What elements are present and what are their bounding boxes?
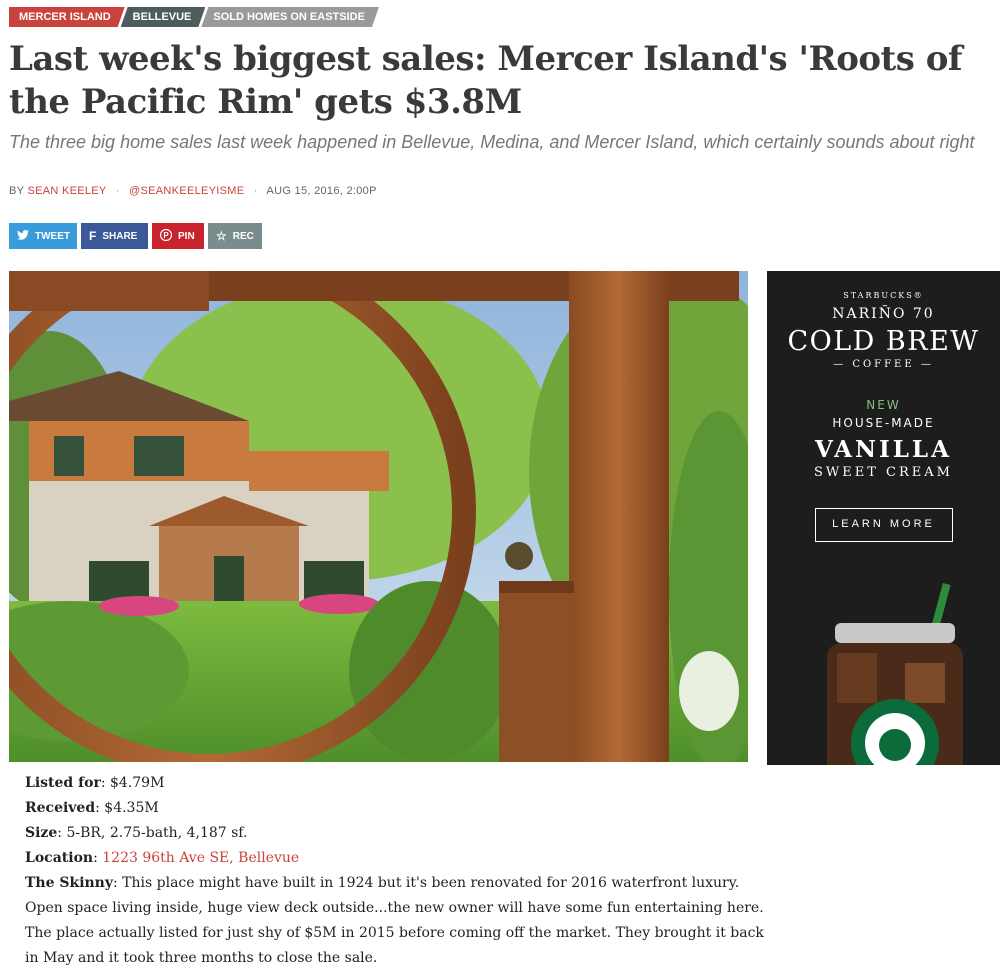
location-row: Location: 1223 96th Ave SE, Bellevue	[25, 850, 300, 866]
publish-date: AUG 15, 2016, 2:00P	[266, 185, 377, 197]
starbucks-ad[interactable]: STARBUCKS® NARIÑO 70 COLD BREW — COFFEE …	[767, 271, 1000, 765]
share-label: SHARE	[102, 230, 138, 242]
ad-learn-more-button[interactable]: LEARN MORE	[814, 508, 953, 542]
share-bar: TWEET f SHARE p PIN ☆ REC	[9, 223, 262, 249]
cold-brew-jar-image	[827, 583, 963, 765]
size-value: 5-BR, 2.75-bath, 4,187 sf.	[66, 825, 248, 841]
star-icon: ☆	[216, 229, 227, 243]
tweet-label: TWEET	[35, 230, 70, 242]
listed-label: Listed for	[25, 775, 101, 791]
listing-details: Listed for: $4.79M Received: $4.35M Size…	[25, 771, 765, 971]
skinny-label: The Skinny	[25, 875, 113, 891]
author-twitter-link[interactable]: @SEANKEELEYISME	[129, 185, 244, 197]
byline-separator: ·	[115, 185, 120, 197]
location-link[interactable]: 1223 96th Ave SE, Bellevue	[102, 850, 299, 866]
svg-text:p: p	[163, 231, 169, 240]
ad-line6: SWEET CREAM	[814, 465, 953, 480]
location-label: Location	[25, 850, 94, 866]
facebook-icon: f	[89, 229, 97, 243]
twitter-icon	[17, 230, 29, 242]
listed-row: Listed for: $4.79M	[25, 775, 165, 791]
ad-line5: VANILLA	[815, 436, 952, 463]
ad-product-line3: — COFFEE —	[833, 359, 934, 370]
ad-line4: HOUSE-MADE	[832, 416, 935, 430]
facebook-share-button[interactable]: f SHARE	[81, 223, 148, 249]
pin-button[interactable]: p PIN	[152, 223, 204, 249]
byline-by: BY	[9, 185, 25, 197]
listed-value: $4.79M	[110, 775, 165, 791]
ad-product-line1: NARIÑO 70	[832, 306, 935, 322]
rec-label: REC	[232, 230, 254, 242]
tag-sold-homes-eastside[interactable]: SOLD HOMES ON EASTSIDE	[201, 7, 379, 27]
rec-button[interactable]: ☆ REC	[208, 223, 262, 249]
skinny-value: This place might have built in 1924 but …	[25, 875, 764, 966]
skinny-row: The Skinny: This place might have built …	[25, 875, 764, 966]
received-value: $4.35M	[104, 800, 159, 816]
ad-new-label: NEW	[866, 398, 901, 412]
category-tags: MERCER ISLAND BELLEVUE SOLD HOMES ON EAS…	[9, 7, 375, 27]
pin-label: PIN	[178, 230, 195, 242]
ad-product-line2: COLD BREW	[787, 326, 980, 357]
received-label: Received	[25, 800, 96, 816]
ad-brand: STARBUCKS®	[843, 291, 924, 300]
author-link[interactable]: SEAN KEELEY	[27, 185, 106, 197]
tweet-button[interactable]: TWEET	[9, 223, 77, 249]
size-row: Size: 5-BR, 2.75-bath, 4,187 sf.	[25, 825, 248, 841]
article-headline: Last week's biggest sales: Mercer Island…	[9, 39, 963, 122]
received-row: Received: $4.35M	[25, 800, 159, 816]
house-photo	[9, 271, 748, 762]
size-label: Size	[25, 825, 58, 841]
article-deck: The three big home sales last week happe…	[9, 132, 975, 152]
tag-bellevue[interactable]: BELLEVUE	[121, 7, 206, 27]
pinterest-icon: p	[159, 228, 173, 243]
tag-mercer-island[interactable]: MERCER ISLAND	[9, 7, 125, 27]
byline: BY SEAN KEELEY · @SEANKEELEYISME · AUG 1…	[9, 185, 377, 197]
byline-separator: ·	[253, 185, 258, 197]
